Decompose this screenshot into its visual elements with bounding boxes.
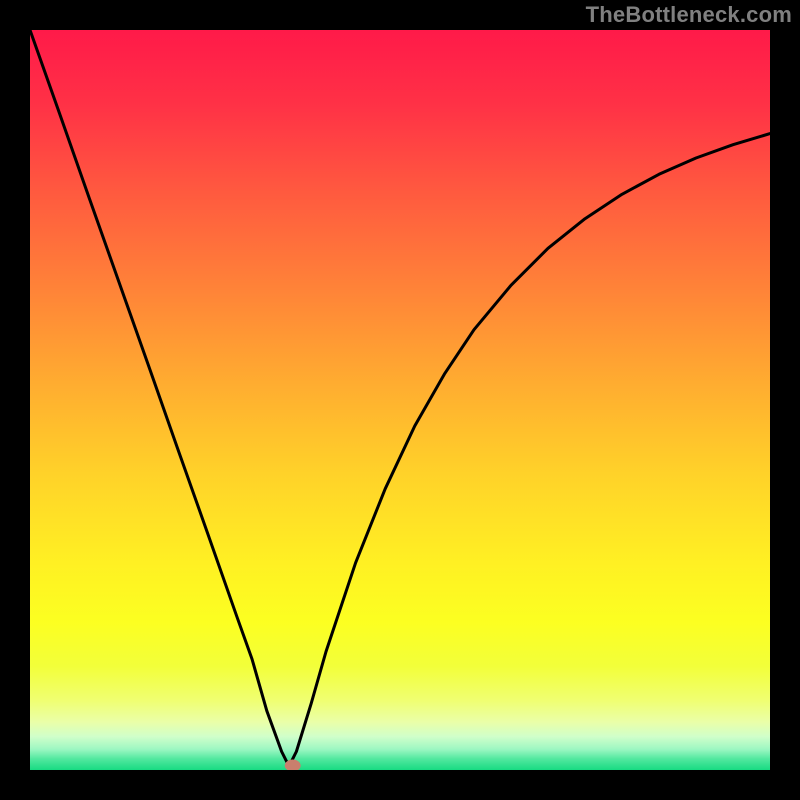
plot-background: [30, 30, 770, 770]
chart-frame: TheBottleneck.com: [0, 0, 800, 800]
watermark-text: TheBottleneck.com: [586, 2, 792, 28]
bottleneck-chart: [30, 30, 770, 770]
